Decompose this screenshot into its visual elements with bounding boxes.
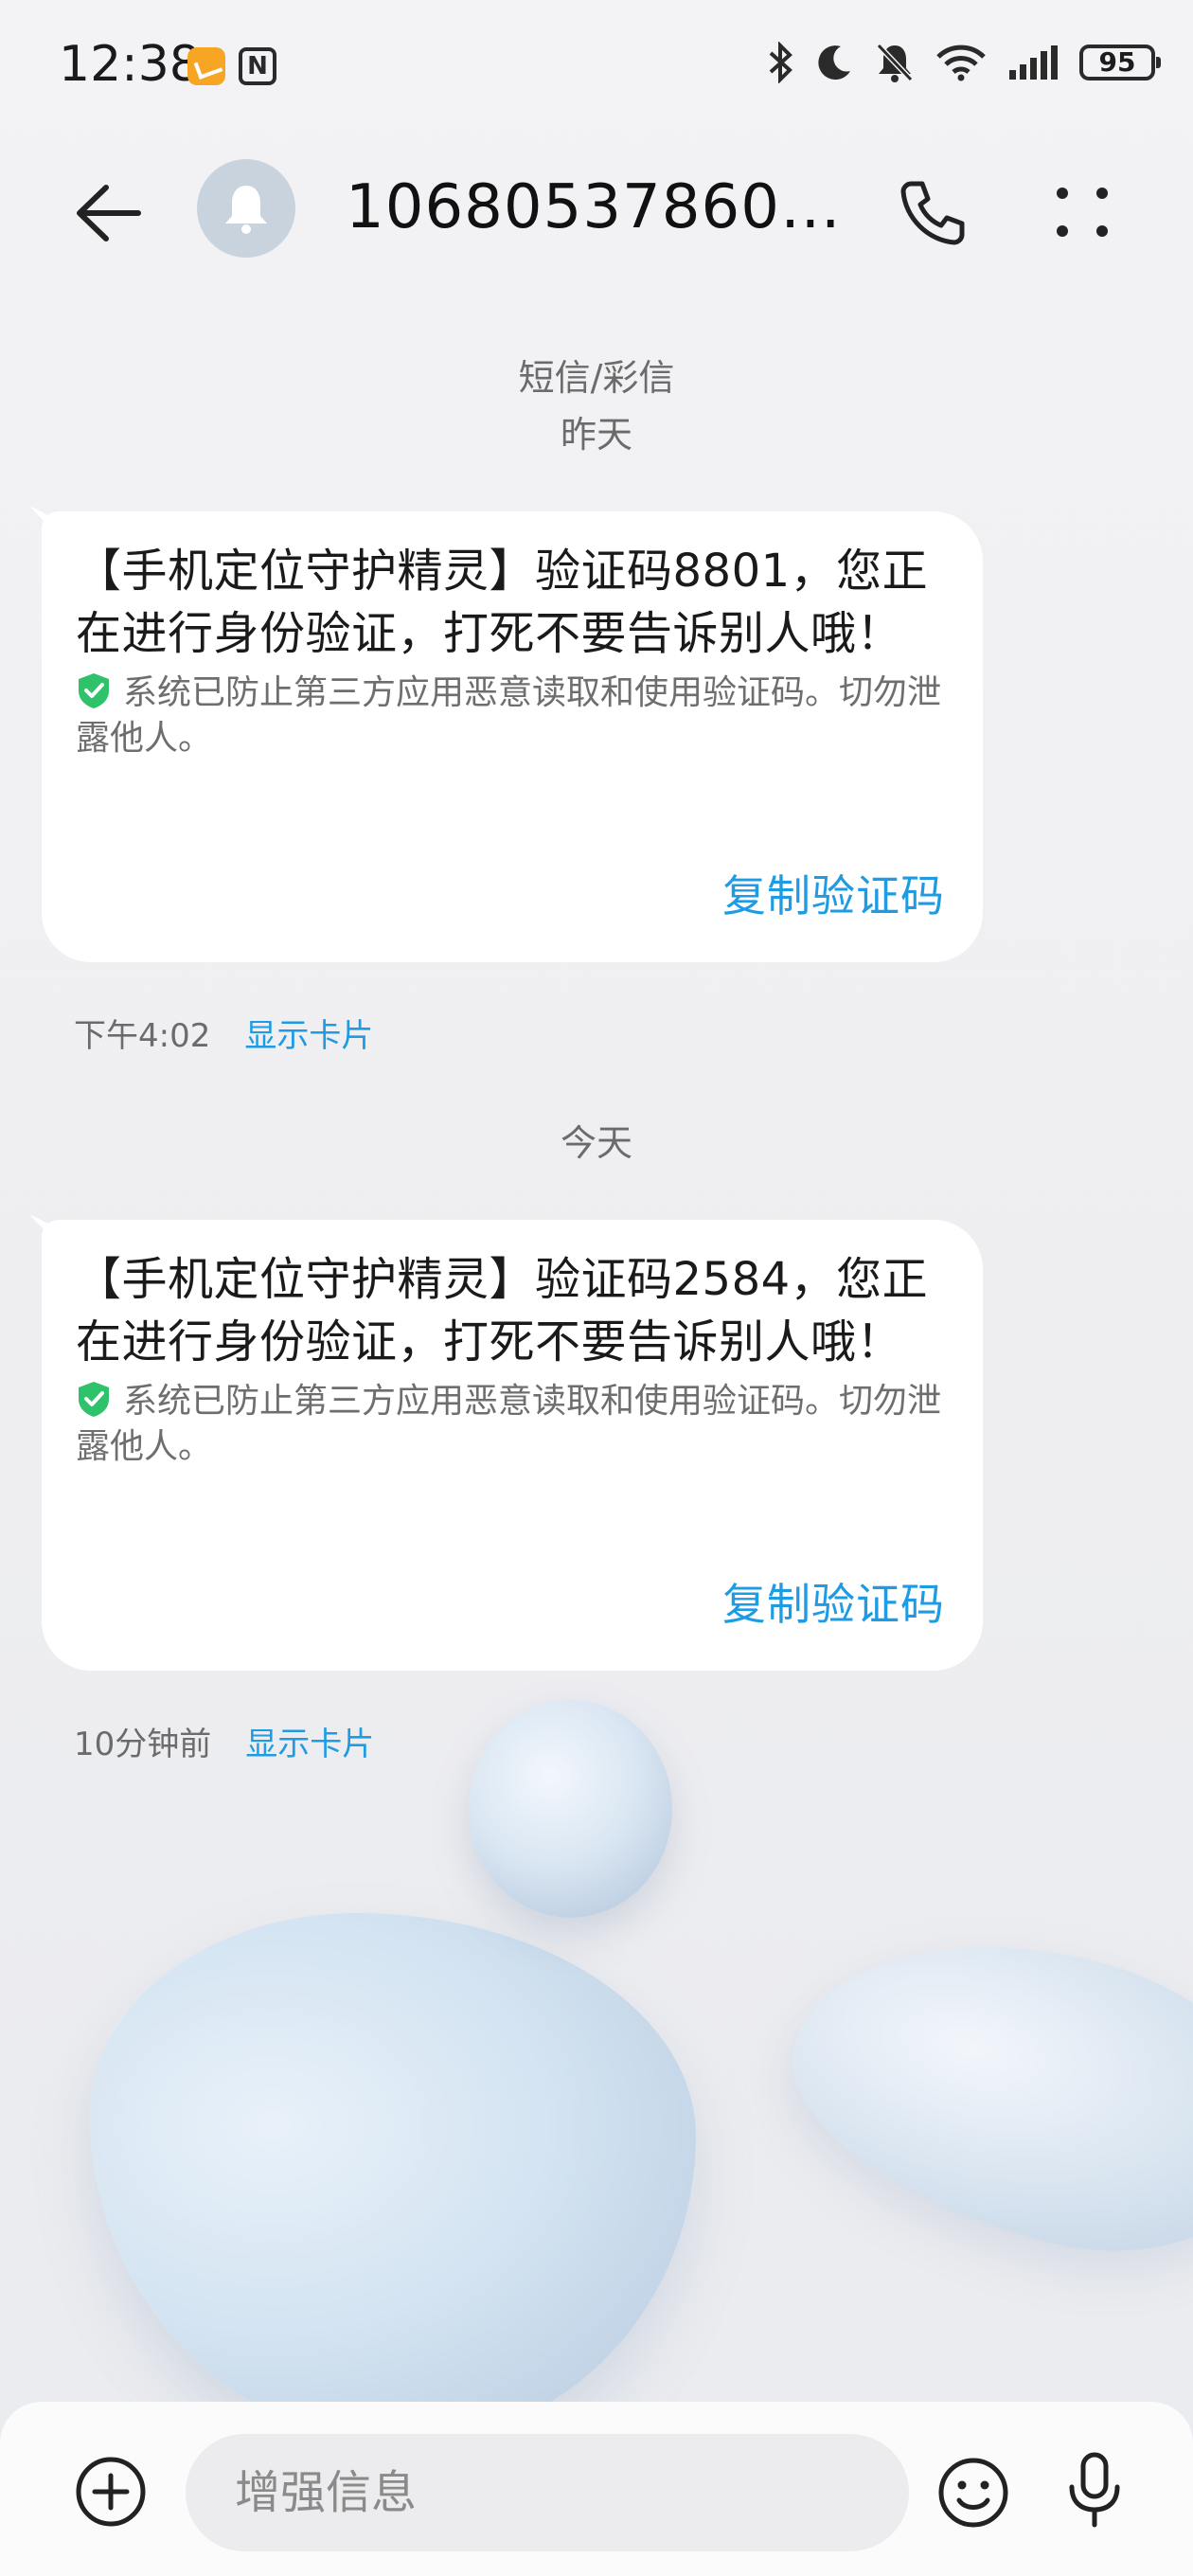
avatar[interactable] (197, 159, 295, 258)
contact-title: 106805378601... (346, 172, 847, 242)
signal-icon (1009, 45, 1058, 80)
battery-indicator: 95 (1079, 45, 1161, 80)
voice-input-button[interactable] (1064, 2451, 1125, 2531)
message-meta: 下午4:02 显示卡片 (74, 1010, 373, 1056)
message-time: 下午4:02 (74, 1017, 211, 1055)
security-note: 系统已防止第三方应用恶意读取和使用验证码。切勿泄露他人。 (76, 1379, 949, 1470)
copy-code-button[interactable]: 复制验证码 (722, 862, 945, 924)
copy-code-button[interactable]: 复制验证码 (722, 1570, 945, 1633)
day-separator: 昨天 (560, 414, 632, 456)
phone-icon (900, 181, 965, 245)
security-note-text: 系统已防止第三方应用恶意读取和使用验证码。切勿泄露他人。 (76, 673, 942, 758)
status-time: 12:38 (59, 36, 201, 93)
message-text: 【手机定位守护精灵】验证码2584，您正在进行身份验证，打死不要告诉别人哦！ (76, 1253, 929, 1368)
compose-bar (0, 2402, 1193, 2576)
bluetooth-icon (769, 42, 792, 83)
message-category-label: 短信/彩信 (518, 357, 675, 399)
back-button[interactable] (68, 170, 153, 256)
nfc-icon: N (239, 47, 276, 85)
do-not-disturb-moon-icon (818, 45, 850, 80)
mute-bell-icon (876, 43, 914, 82)
security-note-text: 系统已防止第三方应用恶意读取和使用验证码。切勿泄露他人。 (76, 1382, 942, 1466)
microphone-icon (1069, 2452, 1120, 2528)
shield-check-icon (79, 1382, 109, 1417)
wallpaper-sphere (469, 1700, 672, 1918)
more-button[interactable] (1049, 176, 1115, 248)
day-separator: 今天 (560, 1122, 632, 1164)
conversation-header: 106805378601... (0, 142, 1193, 275)
message-bubble[interactable]: 【手机定位守护精灵】验证码8801，您正在进行身份验证，打死不要告诉别人哦！ 系… (42, 511, 983, 962)
show-card-link[interactable]: 显示卡片 (245, 1726, 374, 1763)
wallpaper-blob-left (90, 1913, 696, 2443)
message-text: 【手机定位守护精灵】验证码8801，您正在进行身份验证，打死不要告诉别人哦！ (76, 545, 929, 660)
wifi-icon (936, 45, 986, 81)
emoji-button[interactable] (935, 2455, 1011, 2531)
smiley-icon (938, 2458, 1008, 2528)
status-bar: 12:38 N 95 (0, 0, 1193, 133)
message-input[interactable] (186, 2434, 909, 2551)
add-attachment-button[interactable] (74, 2455, 148, 2529)
call-button[interactable] (898, 176, 970, 248)
security-note: 系统已防止第三方应用恶意读取和使用验证码。切勿泄露他人。 (76, 671, 949, 761)
plus-circle-icon (76, 2457, 146, 2527)
arrow-left-icon (77, 185, 141, 242)
more-dots-icon (1057, 188, 1108, 237)
message-bubble[interactable]: 【手机定位守护精灵】验证码2584，您正在进行身份验证，打死不要告诉别人哦！ 系… (42, 1220, 983, 1671)
bell-icon (225, 186, 267, 234)
notification-app-icon (187, 47, 225, 85)
wallpaper-blob-right (763, 1895, 1193, 2291)
shield-check-icon (79, 673, 109, 708)
status-icons: 95 (767, 42, 1161, 83)
show-card-link[interactable]: 显示卡片 (244, 1017, 373, 1055)
message-meta: 10分钟前 显示卡片 (74, 1718, 374, 1764)
message-time: 10分钟前 (74, 1726, 212, 1763)
